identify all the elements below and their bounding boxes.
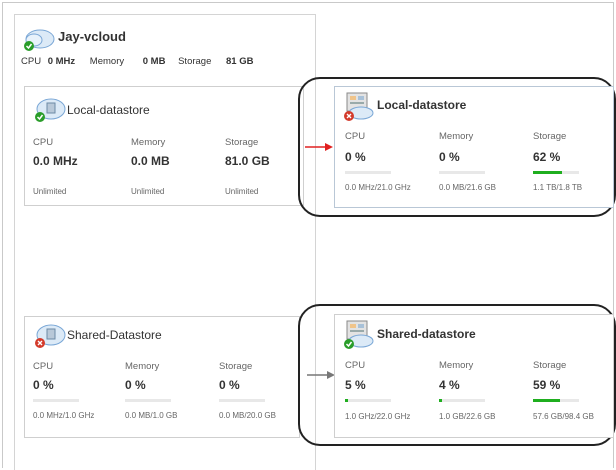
cpu-value: 0.0 MHz — [33, 154, 78, 168]
status-ok-icon — [24, 41, 34, 51]
cloud-datastore-icon — [35, 324, 66, 348]
storage-label: Storage — [219, 361, 253, 372]
memory-value: 0.0 MB — [131, 154, 170, 168]
card-title: Shared-datastore — [377, 327, 476, 341]
memory-value: 0 % — [125, 378, 146, 392]
memory-label: Memory — [125, 361, 160, 372]
storage-sub: Unlimited — [225, 187, 259, 196]
storage-sub: 57.6 GB/98.4 GB — [533, 412, 594, 421]
storage-value: 81.0 GB — [225, 154, 270, 168]
right-card-local-datastore[interactable]: Local-datastore CPU 0 % 0.0 MHz/21.0 GHz… — [334, 86, 614, 208]
memory-sub: 0.0 MB/21.6 GB — [439, 183, 496, 192]
memory-sub: 0.0 MB/1.0 GB — [125, 411, 178, 420]
cpu-value: 5 % — [345, 378, 366, 392]
vcloud-cpu-label: CPU — [21, 56, 42, 67]
storage-bar — [533, 399, 579, 402]
cpu-value: 0 % — [33, 378, 54, 392]
vcloud-memory-label: Memory — [89, 56, 125, 67]
vcloud-storage-label: Storage — [178, 56, 212, 67]
memory-label: Memory — [439, 360, 474, 371]
vcloud-cpu-value: 0 MHz — [47, 56, 76, 67]
storage-value: 62 % — [533, 150, 561, 164]
cloud-icon — [24, 29, 55, 51]
left-card-shared-datastore[interactable]: Shared-Datastore CPU 0 % 0.0 MHz/1.0 GHz… — [24, 316, 300, 438]
status-ok-icon — [344, 339, 354, 349]
cpu-sub: 1.0 GHz/22.0 GHz — [345, 412, 411, 421]
storage-value: 0 % — [219, 378, 240, 392]
storage-value: 59 % — [533, 378, 561, 392]
vcloud-summary: CPU 0 MHz Memory 0 MB Storage 81 GB — [21, 56, 253, 67]
memory-sub: 1.0 GB/22.6 GB — [439, 412, 496, 421]
memory-sub: Unlimited — [131, 187, 165, 196]
cpu-bar — [345, 399, 391, 402]
memory-label: Memory — [439, 131, 474, 142]
left-card-local-datastore[interactable]: Local-datastore CPU 0.0 MHz Unlimited Me… — [24, 86, 304, 206]
cpu-sub: Unlimited — [33, 187, 67, 196]
outer-frame-left — [2, 2, 3, 468]
cpu-sub: 0.0 MHz/21.0 GHz — [345, 183, 411, 192]
card-title: Shared-Datastore — [67, 328, 162, 342]
memory-label: Memory — [131, 137, 166, 148]
cloud-datastore-icon — [35, 98, 66, 122]
card-title: Local-datastore — [67, 103, 150, 117]
memory-bar — [439, 399, 485, 402]
storage-sub: 1.1 TB/1.8 TB — [533, 183, 583, 192]
outer-frame-top — [2, 2, 614, 3]
cpu-label: CPU — [33, 137, 54, 148]
right-card-shared-datastore[interactable]: Shared-datastore CPU 5 % 1.0 GHz/22.0 GH… — [334, 314, 614, 438]
cpu-label: CPU — [345, 131, 366, 142]
memory-value: 0 % — [439, 150, 460, 164]
cpu-bar — [33, 399, 79, 402]
storage-bar — [533, 171, 579, 174]
cpu-value: 0 % — [345, 150, 366, 164]
memory-value: 4 % — [439, 378, 460, 392]
cpu-label: CPU — [345, 360, 366, 371]
memory-bar — [439, 171, 485, 174]
storage-label: Storage — [533, 360, 567, 371]
vcloud-memory-value: 0 MB — [142, 56, 166, 67]
vcloud-storage-value: 81 GB — [226, 56, 254, 67]
storage-sub: 0.0 MB/20.0 GB — [219, 411, 276, 420]
cpu-label: CPU — [33, 361, 54, 372]
datastore-server-icon — [344, 92, 374, 121]
status-ok-icon — [35, 112, 45, 122]
datastore-server-icon — [344, 320, 374, 349]
storage-bar — [219, 399, 265, 402]
card-title: Local-datastore — [377, 98, 467, 112]
memory-bar — [125, 399, 171, 402]
cpu-sub: 0.0 MHz/1.0 GHz — [33, 411, 95, 420]
storage-label: Storage — [225, 137, 259, 148]
vcloud-title[interactable]: Jay-vcloud — [58, 29, 126, 44]
cpu-bar — [345, 171, 391, 174]
storage-label: Storage — [533, 131, 567, 142]
